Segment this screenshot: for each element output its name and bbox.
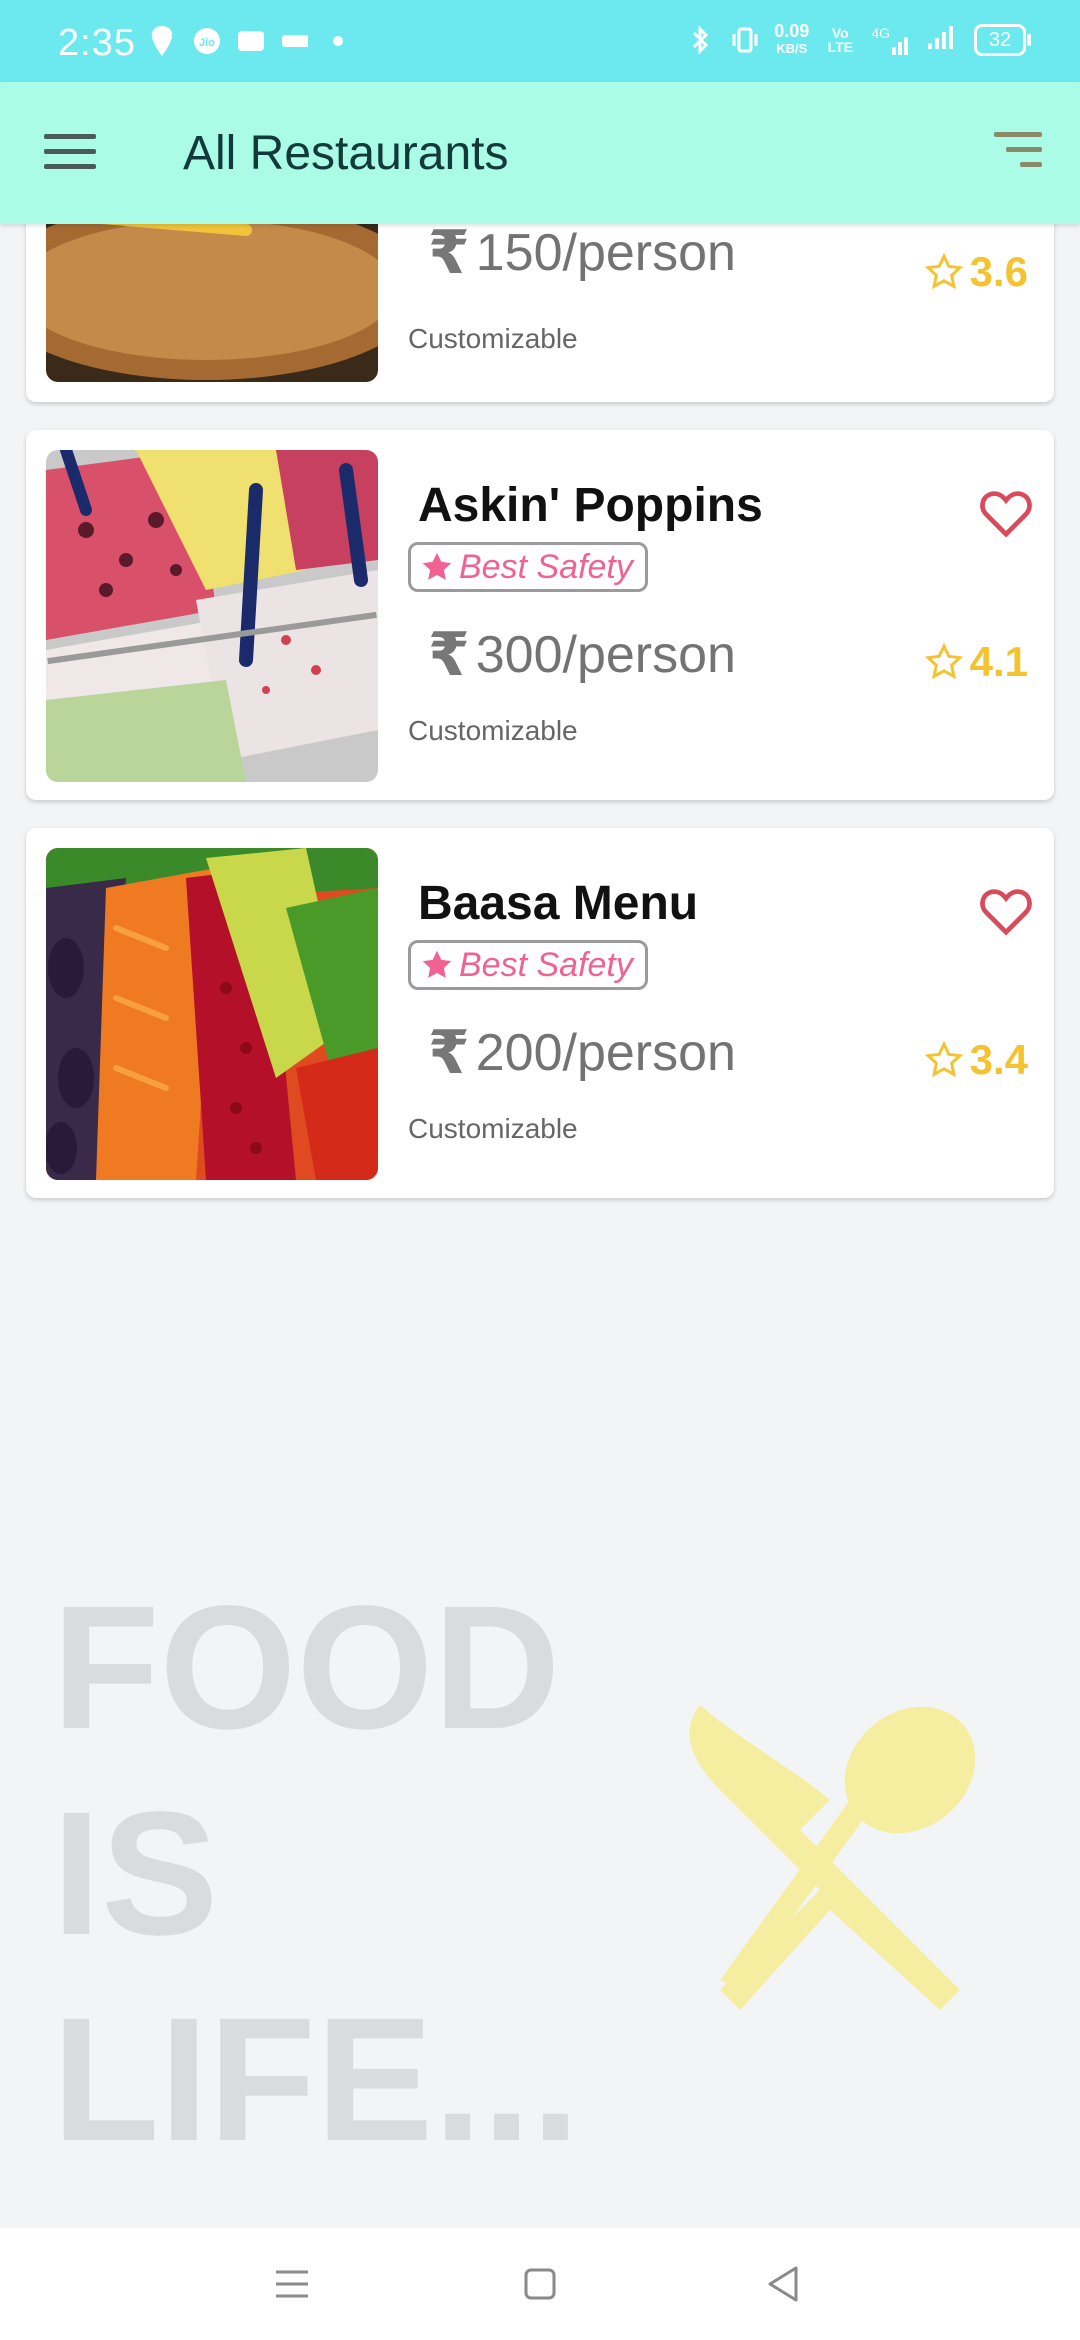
app-notification-icon [236, 26, 264, 56]
star-outline-icon [924, 642, 963, 680]
knife-spoon-icon [689, 1705, 976, 2010]
net-speed: 0.09 KB/S [774, 22, 809, 58]
heart-outline-icon[interactable] [978, 486, 1034, 538]
safety-badge: Best Safety [408, 542, 648, 592]
network-label: 4G [871, 25, 890, 41]
star-outline-icon [924, 1040, 963, 1078]
svg-text:Jio: Jio [199, 37, 215, 49]
rating: 3.6 [924, 248, 1028, 296]
restaurant-name: Baasa Menu [418, 877, 699, 930]
rupee-symbol: ₹ [428, 621, 470, 688]
heart-outline-icon[interactable] [978, 884, 1034, 936]
jio-icon: Jio [192, 26, 220, 56]
back-triangle-icon[interactable] [760, 2260, 808, 2308]
home-square-icon[interactable] [516, 2260, 564, 2308]
rating-value: 4.1 [969, 638, 1028, 685]
rating: 3.4 [924, 1036, 1028, 1084]
system-indicators: 0.09 KB/S Vo LTE 4G 32 [686, 22, 1031, 58]
safety-badge: Best Safety [408, 940, 648, 990]
customizable-label: Customizable [408, 1113, 578, 1144]
restaurant-card[interactable]: Baasa Menu Best Safety ₹ 200/person Cust… [26, 828, 1054, 1198]
slogan-line: IS [52, 1776, 219, 1972]
battery-icon: 32 [974, 24, 1031, 56]
safety-label: Best Safety [459, 945, 633, 984]
volte-label: Vo LTE [827, 25, 854, 55]
battery-level: 32 [988, 28, 1012, 51]
price: ₹ 150/person [428, 218, 736, 288]
signal-icon [928, 25, 958, 55]
status-time: 2:35 [58, 22, 136, 64]
bluetooth-icon [686, 25, 714, 55]
status-bar: 2:35 Jio 0.09 KB/S Vo LTE 4G 32 [0, 0, 1080, 82]
price-value: 300/person [475, 626, 736, 684]
restaurant-card[interactable]: Askin' Poppins Best Safety ₹ 300/person … [26, 430, 1054, 800]
star-filled-icon [422, 552, 452, 580]
net-speed-unit: KB/S [776, 41, 808, 56]
price-value: 200/person [475, 1024, 736, 1082]
system-nav-bar [0, 2228, 1080, 2340]
star-filled-icon [422, 950, 452, 978]
restaurant-name: Askin' Poppins [418, 479, 763, 532]
safety-label: Best Safety [459, 547, 633, 586]
hamburger-menu-icon[interactable] [44, 134, 96, 174]
rating-value: 3.4 [969, 1036, 1028, 1083]
page-title: All Restaurants [183, 127, 509, 180]
app-bar: All Restaurants [0, 82, 1080, 224]
price: ₹ 200/person [428, 1018, 736, 1088]
dot-icon [324, 26, 352, 56]
customizable-label: Customizable [408, 323, 578, 354]
voot-icon [280, 26, 308, 56]
slogan-line: FOOD [52, 1570, 561, 1766]
sort-filter-icon[interactable] [992, 132, 1042, 174]
price: ₹ 300/person [428, 620, 736, 690]
rating-value: 3.6 [969, 248, 1028, 295]
vibrate-icon [730, 25, 758, 55]
customizable-label: Customizable [408, 715, 578, 746]
net-speed-value: 0.09 [774, 21, 810, 41]
swiggy-icon [148, 26, 176, 56]
notification-icons: Jio [148, 26, 352, 56]
rupee-symbol: ₹ [428, 219, 470, 286]
background-slogan: FOOD IS LIFE... [52, 1565, 580, 2183]
star-outline-icon [924, 252, 963, 290]
restaurant-image [46, 848, 378, 1180]
rating: 4.1 [924, 638, 1028, 686]
slogan-line: LIFE... [52, 1982, 580, 2178]
price-value: 150/person [475, 224, 736, 282]
rupee-symbol: ₹ [428, 1019, 470, 1086]
recents-menu-icon[interactable] [268, 2260, 316, 2308]
signal-4g-icon: 4G [871, 25, 912, 55]
restaurant-image [46, 450, 378, 782]
